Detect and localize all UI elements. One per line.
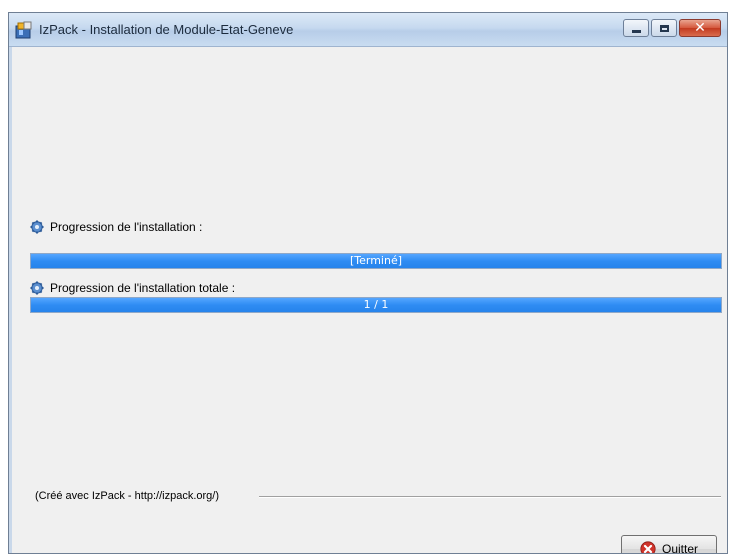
total-progress-heading: Progression de l'installation totale : xyxy=(30,281,235,295)
minimize-icon xyxy=(631,29,641,33)
gear-icon xyxy=(30,281,44,295)
window-title: IzPack - Installation de Module-Etat-Gen… xyxy=(39,22,294,37)
quit-button-label: Quitter xyxy=(661,542,698,554)
total-progress-label: Progression de l'installation totale : xyxy=(50,281,236,295)
close-icon: ✕ xyxy=(694,20,706,36)
current-progress-label: Progression de l'installation : xyxy=(50,220,203,234)
izpack-credit: (Créé avec IzPack - http://izpack.org/) xyxy=(35,490,220,502)
maximize-button[interactable] xyxy=(651,19,677,37)
current-progress-heading: Progression de l'installation : xyxy=(30,220,202,234)
maximize-icon xyxy=(659,24,669,32)
footer-divider xyxy=(259,496,721,497)
izpack-app-icon xyxy=(15,21,32,39)
close-button[interactable]: ✕ xyxy=(679,19,721,37)
gear-icon xyxy=(30,220,44,234)
total-progress-text: 1 / 1 xyxy=(363,298,389,311)
window-controls: ✕ xyxy=(623,19,721,37)
current-progress-text: [Terminé] xyxy=(349,254,403,267)
title-bar[interactable]: IzPack - Installation de Module-Etat-Gen… xyxy=(9,13,727,47)
installer-window: IzPack - Installation de Module-Etat-Gen… xyxy=(8,12,728,554)
installer-content: Progression de l'installation : [Terminé… xyxy=(9,47,727,553)
current-progress-bar: [Terminé] xyxy=(30,253,722,269)
total-progress-bar: 1 / 1 xyxy=(30,297,722,313)
minimize-button[interactable] xyxy=(623,19,649,37)
quit-icon xyxy=(640,541,656,553)
quit-button[interactable]: Quitter xyxy=(621,535,717,554)
